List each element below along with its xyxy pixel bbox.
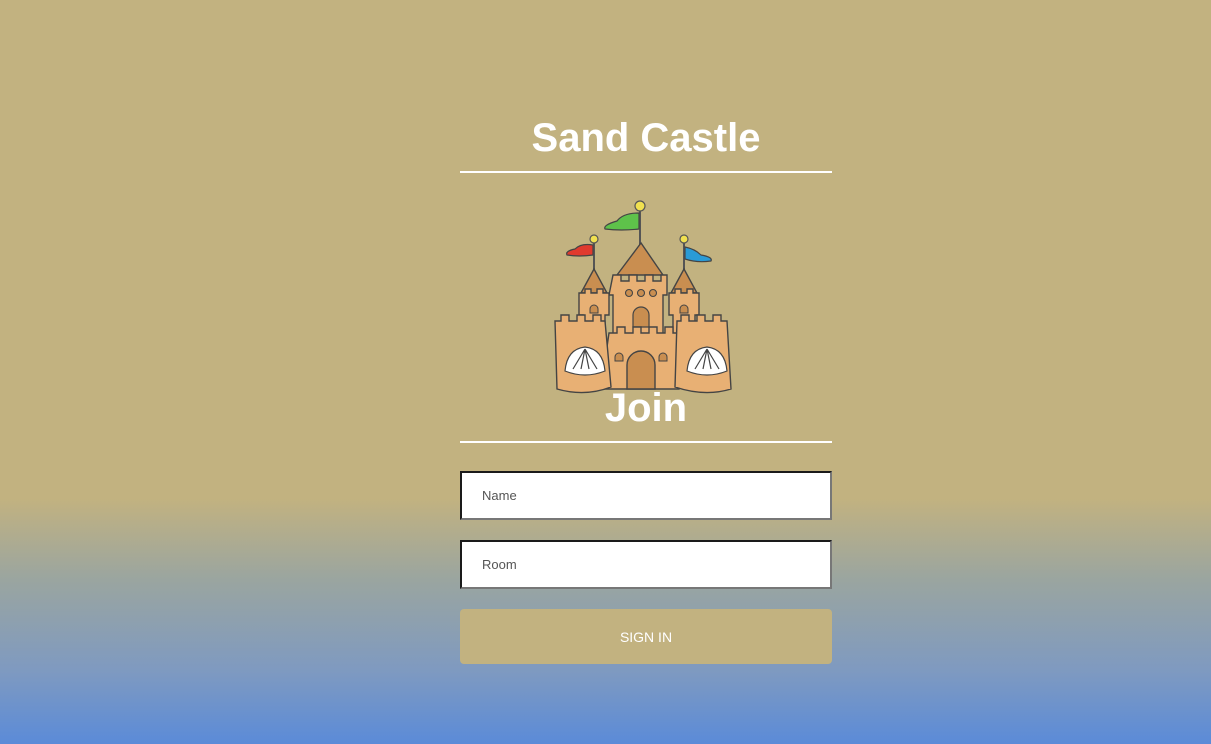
app-title: Sand Castle: [460, 110, 832, 173]
sign-in-button[interactable]: SIGN IN: [460, 609, 832, 664]
room-input[interactable]: [460, 540, 832, 589]
join-card: Sand Castle Join Name Room SIGN IN: [460, 110, 832, 664]
name-input[interactable]: [460, 471, 832, 520]
join-heading: Join: [460, 383, 832, 443]
sand-castle-icon: [554, 200, 732, 394]
castle-logo: [460, 173, 832, 394]
